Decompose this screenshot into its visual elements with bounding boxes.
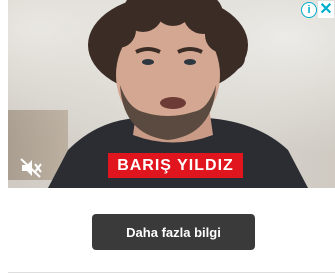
close-icon[interactable]: ✕ xyxy=(318,1,334,18)
bottom-divider xyxy=(8,272,335,273)
speaker-muted-icon[interactable] xyxy=(20,158,44,178)
speaker-name-banner: BARIŞ YILDIZ xyxy=(108,153,243,178)
learn-more-button[interactable]: Daha fazla bilgi xyxy=(92,214,255,250)
info-icon[interactable]: i xyxy=(301,2,317,18)
ad-frame: BARIŞ YILDIZ i ✕ Daha fazla bilgi xyxy=(0,0,335,275)
video-player[interactable]: BARIŞ YILDIZ xyxy=(8,0,335,188)
